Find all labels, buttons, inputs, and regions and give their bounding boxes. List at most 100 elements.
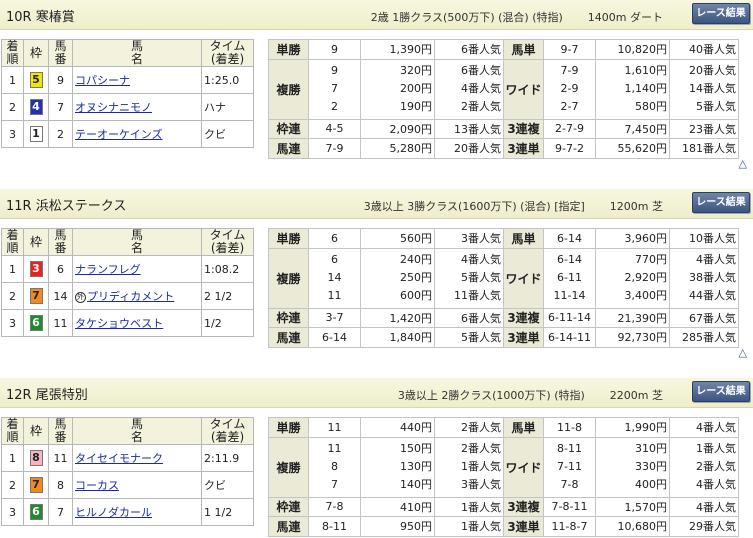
- combination: 11-8: [557, 420, 582, 434]
- combination-cell: 6: [308, 228, 361, 249]
- horse-name-link[interactable]: タケショウベスト: [75, 317, 163, 330]
- horse-name-link[interactable]: オヌシナニモノ: [75, 101, 152, 114]
- combination-cell: 6-14: [308, 327, 361, 348]
- horse-name-link[interactable]: テーオーケインズ: [75, 128, 163, 141]
- combination: 8: [331, 460, 338, 473]
- combination: 2: [331, 100, 338, 113]
- horse-number-header: 馬番: [48, 417, 73, 445]
- race-result-button[interactable]: レース結果: [692, 381, 750, 402]
- popularity: 10番人気: [689, 232, 736, 246]
- finish-row: 3 1 2 テーオーケインズ クビ: [1, 120, 254, 148]
- race-result-button[interactable]: レース結果: [692, 3, 750, 24]
- payout-amount: 1,570円: [624, 500, 668, 514]
- payout-amount-cell: 1,570円: [595, 496, 670, 517]
- bet-type-label-tansho: 単勝: [268, 417, 309, 438]
- popularity: 29番人気: [689, 520, 736, 534]
- race-conditions: 3歳以上 3勝クラス(1600万下) (混合) [指定] 1200m 芝: [364, 198, 663, 214]
- race-conditions: 2歳 1勝クラス(500万下) (混合) (特指) 1400m ダート: [371, 9, 663, 25]
- popularity-cell: 5番人気: [434, 327, 504, 348]
- rank-cell: 3: [1, 309, 24, 337]
- bet-type-label-wide: ワイド: [503, 58, 544, 120]
- payout-amount: 240円: [400, 253, 432, 266]
- horse-name-link[interactable]: ナランフレグ: [75, 263, 141, 276]
- combination-cell: 9-7-2: [543, 138, 596, 159]
- rank-cell: 1: [1, 444, 24, 472]
- rank-cell: 2: [1, 93, 24, 121]
- payout-amount: 600円: [400, 289, 432, 302]
- combination: 6: [331, 253, 338, 266]
- horse-name-link[interactable]: タイセイモナーク: [75, 452, 163, 465]
- payout-row: 単勝 6 560円 3番人気 馬単 6-14 3,960円 10番人気: [268, 228, 739, 249]
- race-distance: 2200m 芝: [609, 389, 663, 402]
- popularity-cell: 4番人気 38番人気 44番人気: [669, 247, 739, 309]
- payout-amount-cell: 150円 130円 140円: [360, 436, 435, 498]
- bet-type-label-umaren: 馬連: [268, 516, 309, 537]
- payout-amount-cell: 950円: [360, 516, 435, 537]
- popularity: 11番人気: [454, 289, 501, 302]
- combination-cell: 8-11: [308, 516, 361, 537]
- rank-cell: 3: [1, 498, 24, 526]
- bet-type-label-sanrentan: 3連単: [503, 327, 544, 348]
- payout-amount-cell: 21,390円: [595, 307, 670, 328]
- scroll-top-icon[interactable]: △: [739, 346, 747, 359]
- combination: 14: [327, 271, 342, 284]
- race-title: 12R 尾張特別: [6, 388, 88, 403]
- combination: 11: [327, 442, 342, 455]
- popularity: 6番人気: [461, 43, 501, 57]
- horse-name-cell: オヌシナニモノ: [72, 93, 202, 121]
- combination: 7-9: [560, 64, 579, 77]
- combination: 2-7-9: [555, 122, 584, 136]
- combination: 11: [327, 420, 342, 434]
- popularity: 4番人気: [696, 500, 736, 514]
- payout-amount: 21,390円: [617, 311, 668, 325]
- payout-table: 単勝 6 560円 3番人気 馬単 6-14 3,960円 10番人気 複勝 6 14 11 240円 2…: [268, 228, 739, 348]
- popularity-cell: 20番人気: [434, 138, 504, 159]
- payout-amount-cell: 7,450円: [595, 118, 670, 139]
- combination: 6-14: [557, 253, 582, 266]
- frame-cell: 1: [23, 120, 49, 148]
- combination: 3-7: [325, 311, 344, 325]
- bet-type-label-wide: ワイド: [503, 247, 544, 309]
- bet-type-label-wakuren: 枠連: [268, 496, 309, 517]
- frame-cell: 5: [23, 66, 49, 94]
- bet-type-label-tansho: 単勝: [268, 228, 309, 249]
- horse-name-link[interactable]: コパシーナ: [75, 74, 130, 87]
- popularity: 4番人気: [696, 478, 736, 491]
- popularity: 4番人気: [696, 421, 736, 435]
- popularity: 67番人気: [689, 311, 736, 325]
- payout-amount-cell: 560円: [360, 228, 435, 249]
- time-header: タイム (着差): [201, 228, 254, 256]
- payout-amount: 330円: [635, 460, 667, 473]
- scroll-top-icon[interactable]: △: [739, 157, 747, 170]
- combination: 6-11: [557, 271, 582, 284]
- popularity-cell: 285番人気: [669, 327, 739, 348]
- horse-name-link[interactable]: コーカス: [75, 479, 119, 492]
- horse-name-link[interactable]: プリディカメント: [87, 290, 174, 303]
- combination-cell: 11-8: [543, 417, 596, 438]
- payout-row: 単勝 9 1,390円 6番人気 馬単 9-7 10,820円 40番人気: [268, 39, 739, 60]
- horse-name-link[interactable]: ヒルノダカール: [75, 506, 152, 519]
- frame-badge: 5: [29, 72, 43, 88]
- combination-cell: 7-8-11: [543, 496, 596, 517]
- time-cell: 2:11.9: [201, 444, 254, 472]
- popularity-cell: 29番人気: [669, 516, 739, 537]
- popularity: 1番人気: [696, 442, 736, 455]
- combination-cell: 6 14 11: [308, 247, 361, 309]
- popularity: 38番人気: [689, 271, 736, 284]
- bet-type-label-umaren: 馬連: [268, 327, 309, 348]
- popularity: 181番人気: [682, 142, 736, 156]
- payout-row: 馬連 6-14 1,840円 5番人気 3連単 6-14-11 92,730円 285番人気: [268, 327, 739, 348]
- popularity-cell: 6番人気: [434, 39, 504, 60]
- popularity-cell: 67番人気: [669, 307, 739, 328]
- bet-type-label-umaren: 馬連: [268, 138, 309, 159]
- race-result-button[interactable]: レース結果: [692, 192, 750, 213]
- rank-cell: 3: [1, 120, 24, 148]
- combination-cell: 6-14 6-11 11-14: [543, 247, 596, 309]
- horse-name-header: 馬名: [72, 39, 202, 67]
- bet-type-label-umatan: 馬単: [503, 39, 544, 60]
- payout-amount-cell: 10,680円: [595, 516, 670, 537]
- payout-amount: 2,090円: [389, 122, 433, 136]
- popularity-cell: 2番人気 1番人気 3番人気: [434, 436, 504, 498]
- frame-cell: 6: [23, 498, 49, 526]
- horse-number-cell: 7: [48, 93, 73, 121]
